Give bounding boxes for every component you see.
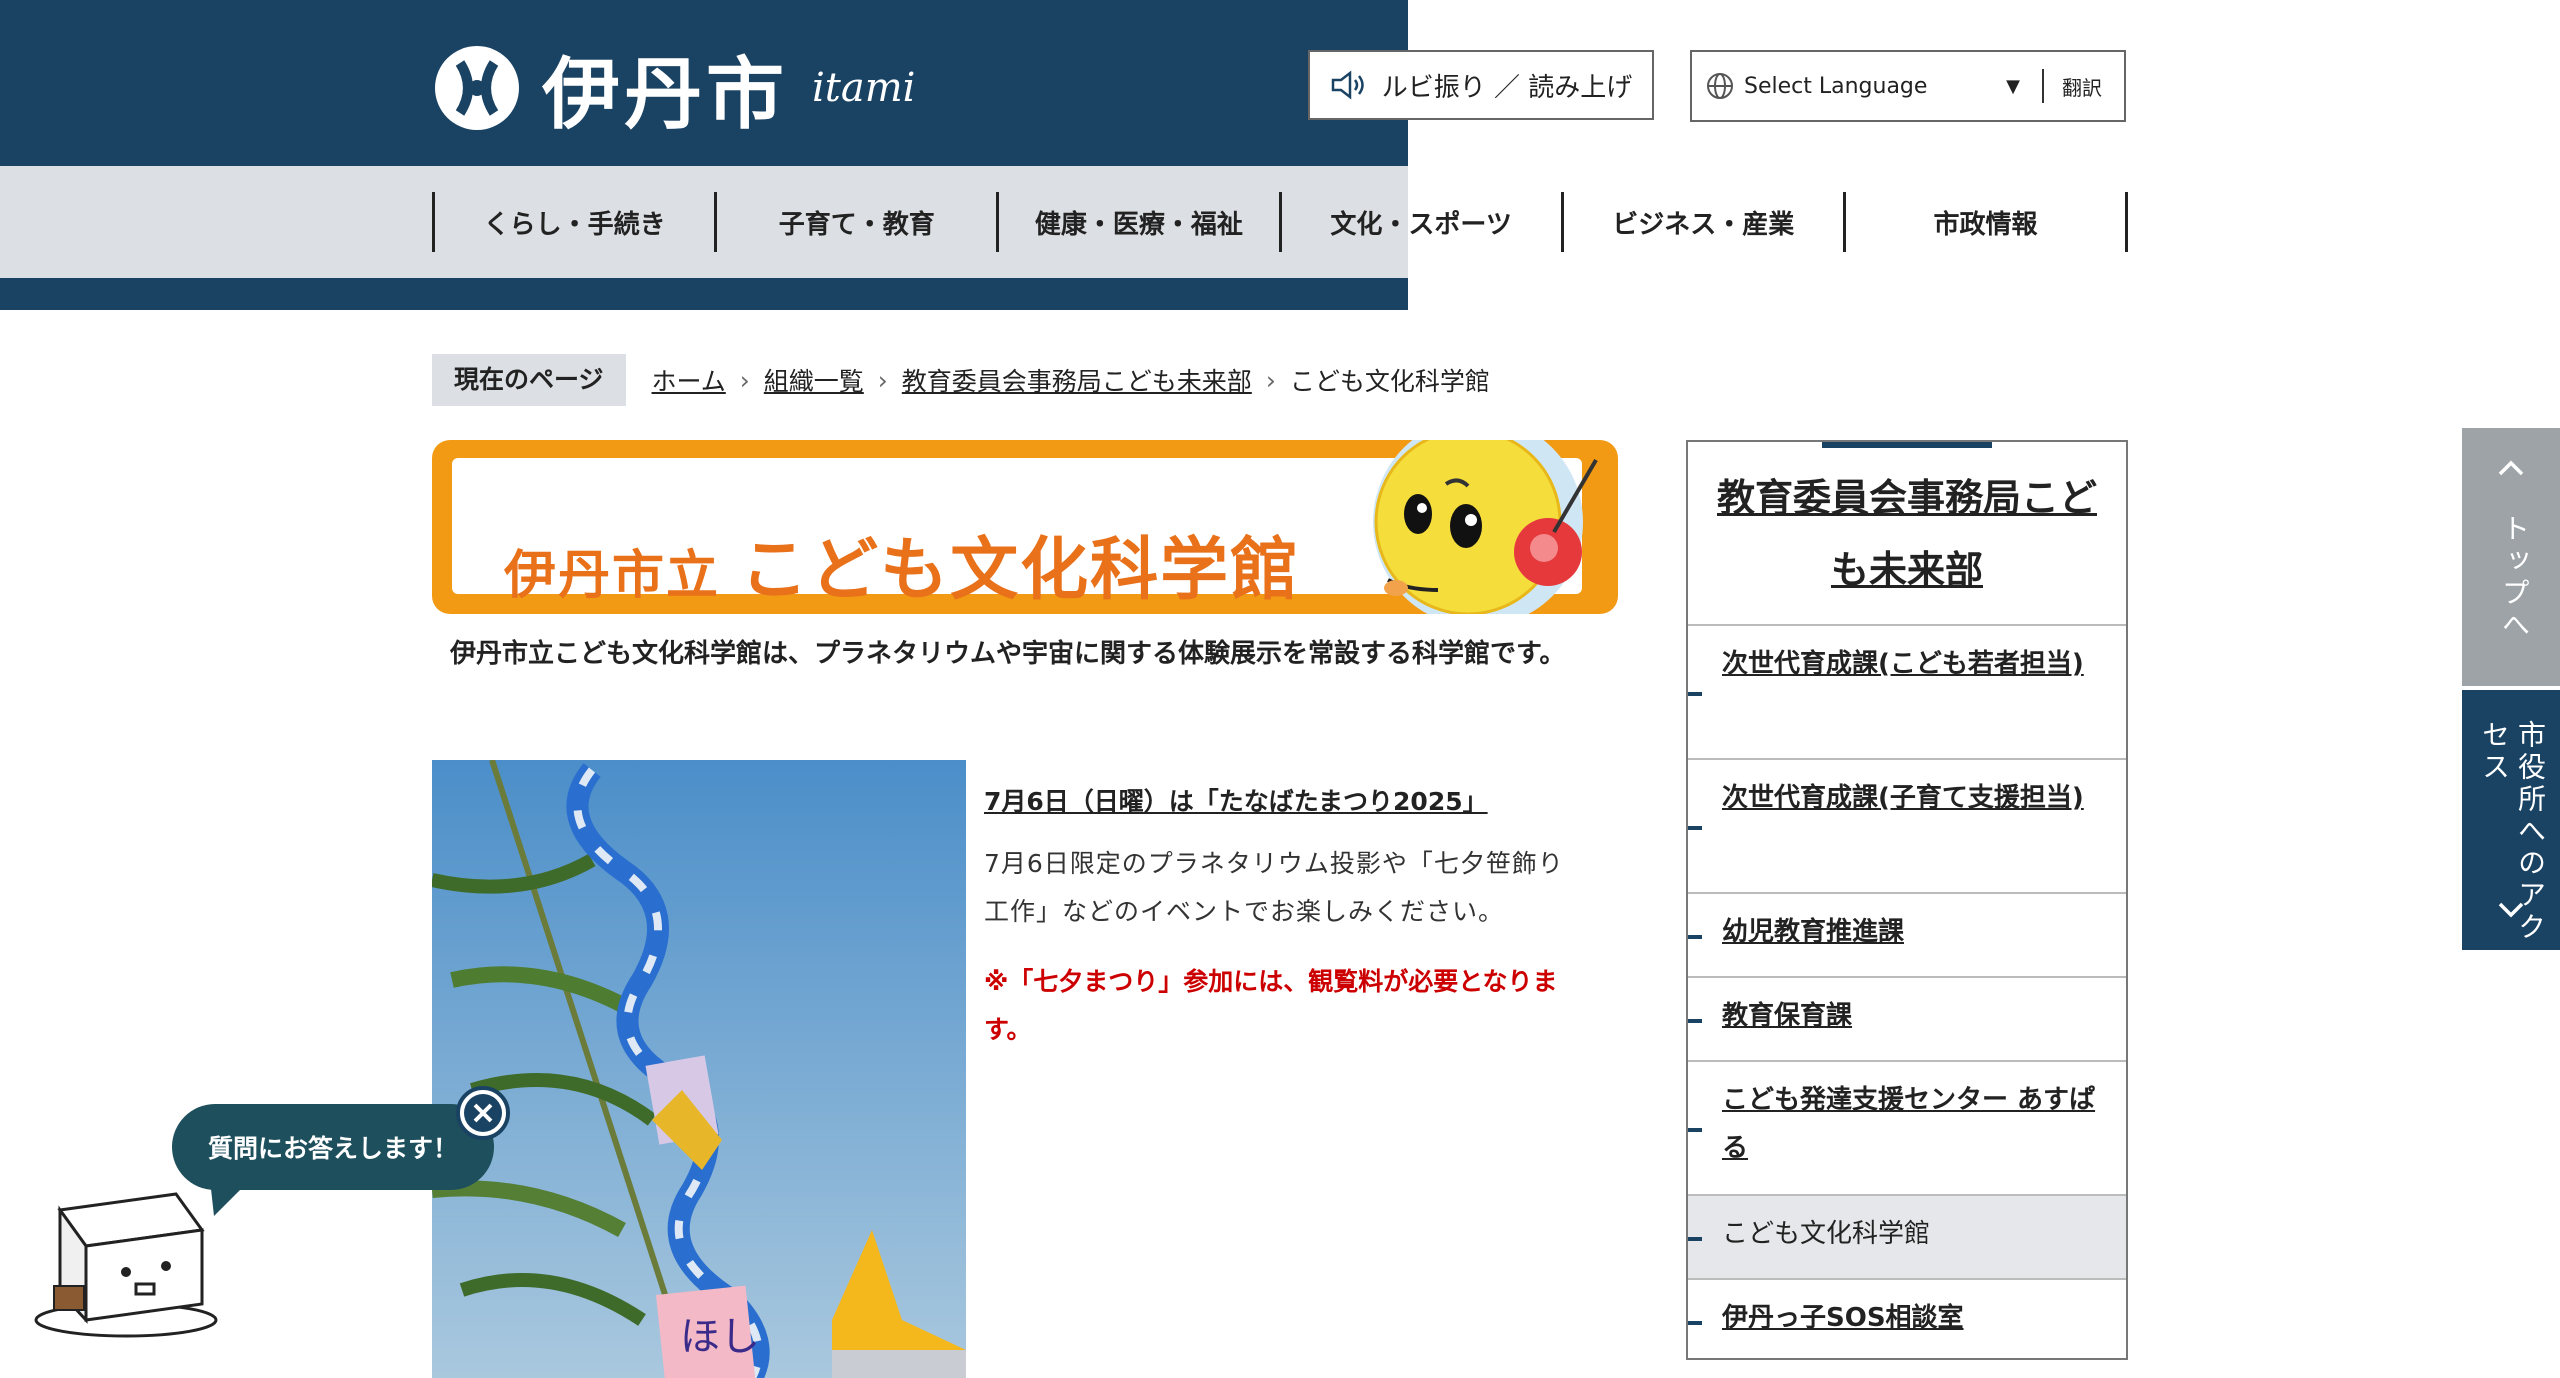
back-to-top-label: トップへ — [2498, 514, 2531, 642]
chatbot-bubble[interactable]: 質問にお答えします！ — [172, 1104, 494, 1190]
sidebar-item-education-childcare[interactable]: 教育保育課 — [1688, 976, 2126, 1060]
back-to-top-tab[interactable]: トップへ — [2462, 428, 2560, 686]
tanabata-photo[interactable]: ほし — [432, 760, 966, 1378]
museum-banner: 伊丹市立 こども文化科学館 — [432, 440, 1618, 614]
logo-roman: itami — [812, 65, 916, 111]
breadcrumb-home[interactable]: ホーム — [652, 362, 726, 398]
chatbot-close-button[interactable] — [456, 1086, 510, 1140]
bullet-dash-icon — [1688, 1019, 1702, 1023]
sidebar-item-science-museum: こども文化科学館 — [1688, 1194, 2126, 1278]
nav-item-culture[interactable]: 文化・スポーツ — [1278, 192, 1561, 252]
sidebar-item-label[interactable]: こども発達支援センター あすぱる — [1722, 1085, 2095, 1163]
language-selector[interactable]: Select Language ▼ 翻訳 — [1690, 50, 2126, 122]
ruby-button-label: ルビ振り ／ 読み上げ — [1381, 72, 1633, 103]
sidebar-menu: 教育委員会事務局こども未来部 次世代育成課(こども若者担当) 次世代育成課(子育… — [1686, 440, 2128, 1360]
breadcrumb-org-list[interactable]: 組織一覧 — [764, 362, 864, 398]
speaker-icon — [1331, 70, 1364, 100]
ruby-read-aloud-button[interactable]: ルビ振り ／ 読み上げ — [1308, 50, 1654, 120]
globe-icon — [1707, 73, 1733, 99]
sidebar-item-next-gen-support[interactable]: 次世代育成課(子育て支援担当) — [1688, 758, 2126, 892]
banner-title-main: こども文化科学館 — [740, 531, 1301, 610]
site-logo[interactable]: 伊丹市 itami — [432, 40, 916, 140]
close-icon — [464, 1094, 502, 1132]
bullet-dash-icon — [1688, 935, 1702, 939]
bullet-dash-icon — [1688, 1128, 1702, 1132]
sidebar-item-label: こども文化科学館 — [1722, 1219, 1931, 1249]
language-select-value[interactable]: Select Language — [1744, 74, 2006, 99]
language-divider — [2042, 69, 2044, 103]
sidebar-item-label[interactable]: 伊丹っ子SOS相談室 — [1722, 1303, 1964, 1333]
caret-down-icon[interactable]: ▼ — [2006, 76, 2020, 97]
chevron-right-icon: › — [739, 365, 750, 395]
breadcrumb-label: 現在のページ — [432, 354, 626, 406]
event-note: ※「七夕まつり」参加には、観覧料が必要となります。 — [984, 967, 1558, 1044]
chevron-down-icon — [2498, 902, 2524, 918]
chatbot-mascot-icon[interactable] — [26, 1180, 226, 1340]
sidebar-item-label[interactable]: 幼児教育推進課 — [1722, 917, 1904, 947]
sidebar-item-label[interactable]: 次世代育成課(こども若者担当) — [1722, 649, 2084, 679]
sidebar-item-next-gen-youth[interactable]: 次世代育成課(こども若者担当) — [1688, 624, 2126, 758]
bullet-dash-icon — [1688, 1321, 1702, 1325]
tanabata-photo-image: ほし — [432, 760, 966, 1378]
bullet-dash-icon — [1688, 1237, 1702, 1241]
svg-text:ほし: ほし — [680, 1314, 760, 1360]
city-emblem-icon — [435, 46, 519, 130]
sidebar-item-label[interactable]: 次世代育成課(子育て支援担当) — [1722, 783, 2084, 813]
chevron-right-icon: › — [877, 365, 888, 395]
sidebar-item-label[interactable]: 教育保育課 — [1722, 1001, 1852, 1031]
breadcrumb-department[interactable]: 教育委員会事務局こども未来部 — [902, 362, 1252, 398]
main-nav: くらし・手続き 子育て・教育 健康・医療・福祉 文化・スポーツ ビジネス・産業 … — [432, 192, 2129, 252]
nav-item-city-info[interactable]: 市政情報 — [1842, 192, 2129, 252]
sidebar-item-development-center[interactable]: こども発達支援センター あすぱる — [1688, 1060, 2126, 1194]
bullet-dash-icon — [1688, 692, 1702, 696]
sidebar-item-early-education[interactable]: 幼児教育推進課 — [1688, 892, 2126, 976]
intro-text: 伊丹市立こども文化科学館は、プラネタリウムや宇宙に関する体験展示を常設する科学館… — [450, 639, 1566, 669]
banner-title: 伊丹市立 こども文化科学館 — [504, 514, 1300, 613]
breadcrumb-current: こども文化科学館 — [1289, 367, 1490, 396]
bullet-dash-icon — [1688, 826, 1702, 830]
banner-title-prefix: 伊丹市立 — [504, 546, 721, 606]
translate-label: 翻訳 — [2062, 75, 2102, 100]
event-body: 7月6日限定のプラネタリウム投影や「七夕笹飾り工作」などのイベントでお楽しみくだ… — [984, 849, 1564, 926]
city-hall-access-tab[interactable]: 市役所へのアクセス — [2462, 690, 2560, 950]
breadcrumb: 現在のページ ホーム › 組織一覧 › 教育委員会事務局こども未来部 › こども… — [432, 354, 1490, 406]
nav-item-childcare[interactable]: 子育て・教育 — [714, 192, 996, 252]
nav-band-bottom — [0, 278, 1408, 310]
sidebar-title[interactable]: 教育委員会事務局こども未来部 — [1688, 462, 2126, 606]
logo-text: 伊丹市 — [542, 50, 789, 140]
nav-item-business[interactable]: ビジネス・産業 — [1560, 192, 1843, 252]
sidebar-item-sos-consultation[interactable]: 伊丹っ子SOS相談室 — [1688, 1278, 2126, 1362]
chevron-right-icon: › — [1265, 365, 1276, 395]
event-title-link[interactable]: 7月6日（日曜）は「たなばたまつり2025」 — [984, 782, 1488, 818]
mascot-illustration — [1373, 440, 1598, 614]
nav-item-living[interactable]: くらし・手続き — [432, 192, 714, 252]
chevron-up-icon — [2498, 460, 2524, 476]
nav-item-health[interactable]: 健康・医療・福祉 — [996, 192, 1278, 252]
